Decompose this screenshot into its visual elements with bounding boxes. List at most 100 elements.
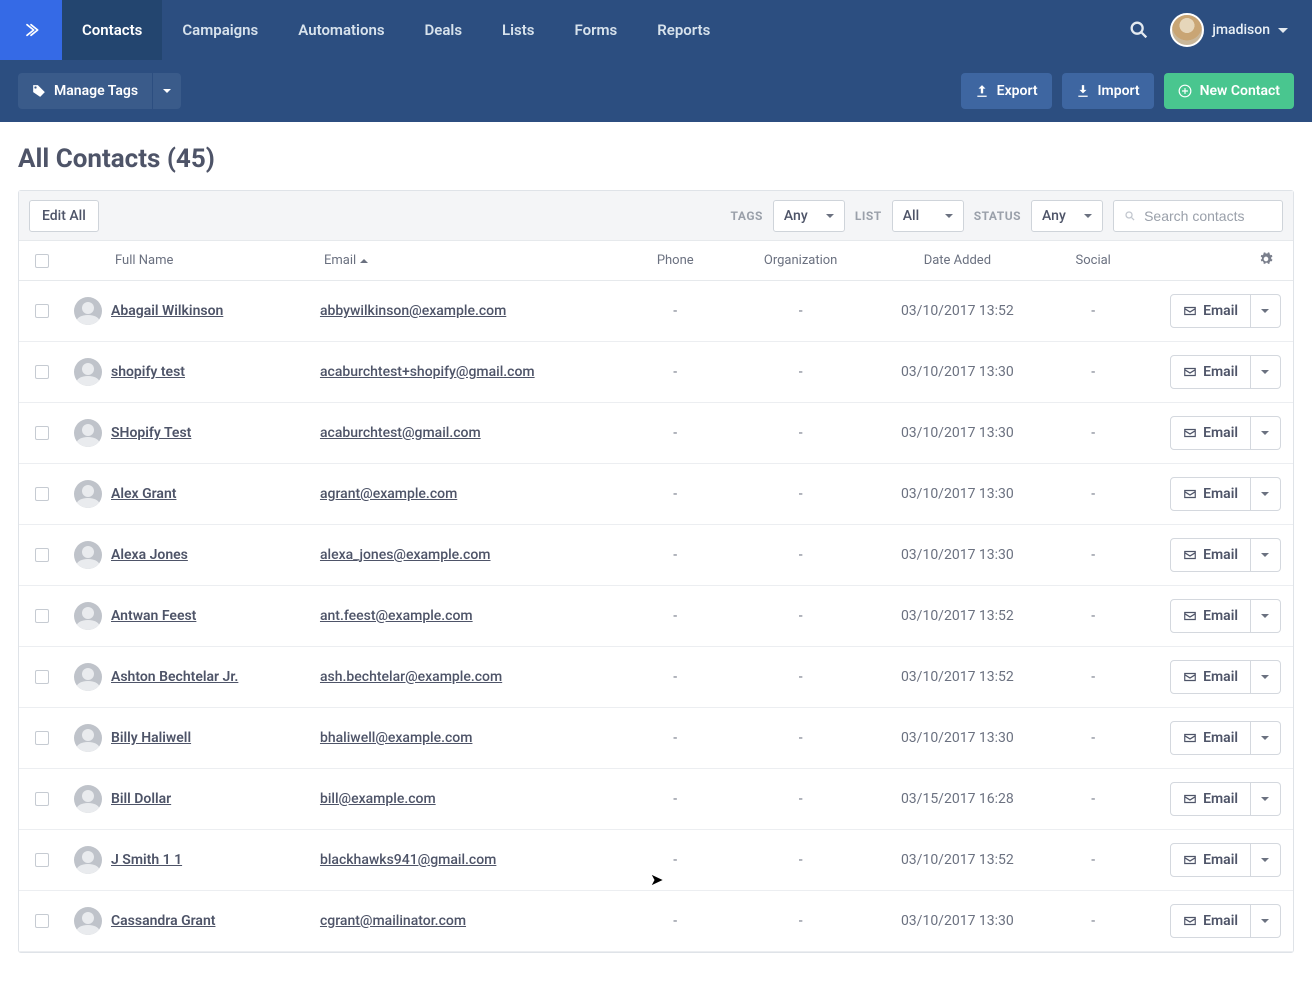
nav-tab-lists[interactable]: Lists — [482, 0, 554, 60]
contact-name-link[interactable]: Abagail Wilkinson — [111, 303, 223, 319]
contact-email-link[interactable]: blackhawks941@gmail.com — [320, 852, 496, 868]
row-checkbox[interactable] — [35, 365, 49, 379]
email-contact-button[interactable]: Email — [1170, 904, 1251, 938]
nav-tab-forms[interactable]: Forms — [555, 0, 638, 60]
contact-email-link[interactable]: abbywilkinson@example.com — [320, 303, 506, 319]
row-checkbox[interactable] — [35, 487, 49, 501]
list-filter-label: LIST — [855, 209, 882, 223]
contact-social: - — [1051, 852, 1135, 868]
col-organization[interactable]: Organization — [738, 253, 863, 268]
row-actions-dropdown[interactable] — [1251, 660, 1281, 694]
row-checkbox[interactable] — [35, 426, 49, 440]
row-actions-dropdown[interactable] — [1251, 843, 1281, 877]
row-checkbox[interactable] — [35, 731, 49, 745]
email-contact-button[interactable]: Email — [1170, 843, 1251, 877]
row-checkbox[interactable] — [35, 792, 49, 806]
contact-phone: - — [613, 364, 738, 380]
contact-email-link[interactable]: alexa_jones@example.com — [320, 547, 491, 563]
contact-avatar — [74, 358, 102, 386]
row-checkbox[interactable] — [35, 609, 49, 623]
search-contacts-box[interactable] — [1113, 200, 1283, 232]
col-full-name[interactable]: Full Name — [111, 253, 320, 268]
nav-tab-reports[interactable]: Reports — [637, 0, 730, 60]
row-actions-dropdown[interactable] — [1251, 416, 1281, 450]
nav-tab-deals[interactable]: Deals — [405, 0, 483, 60]
row-actions-dropdown[interactable] — [1251, 294, 1281, 328]
list-filter-select[interactable]: All — [892, 200, 964, 232]
email-contact-button[interactable]: Email — [1170, 538, 1251, 572]
contact-name-link[interactable]: Alexa Jones — [111, 547, 188, 563]
nav-tab-campaigns[interactable]: Campaigns — [162, 0, 278, 60]
col-phone[interactable]: Phone — [613, 253, 738, 268]
email-contact-button[interactable]: Email — [1170, 416, 1251, 450]
row-actions-dropdown[interactable] — [1251, 721, 1281, 755]
email-contact-button[interactable]: Email — [1170, 599, 1251, 633]
email-contact-button[interactable]: Email — [1170, 660, 1251, 694]
manage-tags-dropdown[interactable] — [152, 73, 181, 109]
contact-email-link[interactable]: ash.bechtelar@example.com — [320, 669, 502, 685]
contact-name-link[interactable]: Billy Haliwell — [111, 730, 191, 746]
email-contact-button[interactable]: Email — [1170, 294, 1251, 328]
row-actions-dropdown[interactable] — [1251, 782, 1281, 816]
row-checkbox[interactable] — [35, 914, 49, 928]
envelope-icon — [1183, 731, 1197, 745]
chevron-right-logo-icon — [23, 22, 39, 38]
envelope-icon — [1183, 792, 1197, 806]
email-contact-button[interactable]: Email — [1170, 782, 1251, 816]
export-icon — [975, 84, 989, 98]
contact-name-link[interactable]: Cassandra Grant — [111, 913, 215, 929]
row-actions-dropdown[interactable] — [1251, 355, 1281, 389]
row-checkbox[interactable] — [35, 853, 49, 867]
contact-email-link[interactable]: acaburchtest+shopify@gmail.com — [320, 364, 535, 380]
contact-phone: - — [613, 669, 738, 685]
manage-tags-button[interactable]: Manage Tags — [18, 73, 152, 109]
contact-name-link[interactable]: Alex Grant — [111, 486, 176, 502]
email-contact-button[interactable]: Email — [1170, 721, 1251, 755]
contact-name-link[interactable]: J Smith 1 1 — [111, 852, 182, 868]
contact-date: 03/15/2017 16:28 — [863, 791, 1051, 807]
col-date-added[interactable]: Date Added — [863, 253, 1051, 268]
contact-org: - — [738, 608, 863, 624]
row-actions-dropdown[interactable] — [1251, 904, 1281, 938]
contact-email-link[interactable]: cgrant@mailinator.com — [320, 913, 466, 929]
search-contacts-input[interactable] — [1144, 208, 1272, 224]
import-button[interactable]: Import — [1062, 73, 1154, 109]
contact-email-link[interactable]: acaburchtest@gmail.com — [320, 425, 481, 441]
contact-name-link[interactable]: shopify test — [111, 364, 185, 380]
user-menu[interactable]: jmadison — [1170, 13, 1288, 47]
contact-name-link[interactable]: Bill Dollar — [111, 791, 171, 807]
col-social[interactable]: Social — [1051, 253, 1135, 268]
email-contact-button[interactable]: Email — [1170, 355, 1251, 389]
status-filter-select[interactable]: Any — [1031, 200, 1103, 232]
export-button[interactable]: Export — [961, 73, 1052, 109]
tags-filter-label: TAGS — [731, 209, 763, 223]
edit-all-button[interactable]: Edit All — [29, 200, 99, 232]
nav-tab-automations[interactable]: Automations — [278, 0, 404, 60]
app-logo[interactable] — [0, 0, 62, 60]
new-contact-button[interactable]: New Contact — [1164, 73, 1294, 109]
contact-email-link[interactable]: agrant@example.com — [320, 486, 457, 502]
select-all-checkbox[interactable] — [35, 254, 49, 268]
row-checkbox[interactable] — [35, 304, 49, 318]
table-row: Alexa Jonesalexa_jones@example.com--03/1… — [19, 525, 1293, 586]
table-row: Ashton Bechtelar Jr. ash.bechtelar@exampl… — [19, 647, 1293, 708]
contact-name-link[interactable]: SHopify Test — [111, 425, 191, 441]
row-checkbox[interactable] — [35, 548, 49, 562]
col-email[interactable]: Email — [320, 253, 613, 268]
contact-name-link[interactable]: Antwan Feest — [111, 608, 196, 624]
row-actions-dropdown[interactable] — [1251, 477, 1281, 511]
chevron-down-icon — [1261, 675, 1269, 679]
email-contact-button[interactable]: Email — [1170, 477, 1251, 511]
contact-name-link[interactable]: Ashton Bechtelar Jr. — [111, 669, 238, 685]
row-checkbox[interactable] — [35, 670, 49, 684]
contact-social: - — [1051, 913, 1135, 929]
column-settings-button[interactable] — [1135, 252, 1285, 270]
contact-email-link[interactable]: ant.feest@example.com — [320, 608, 473, 624]
row-actions-dropdown[interactable] — [1251, 538, 1281, 572]
contact-email-link[interactable]: bhaliwell@example.com — [320, 730, 472, 746]
tags-filter-select[interactable]: Any — [773, 200, 845, 232]
nav-tab-contacts[interactable]: Contacts — [62, 0, 162, 60]
contact-email-link[interactable]: bill@example.com — [320, 791, 436, 807]
global-search-button[interactable] — [1128, 19, 1150, 41]
row-actions-dropdown[interactable] — [1251, 599, 1281, 633]
